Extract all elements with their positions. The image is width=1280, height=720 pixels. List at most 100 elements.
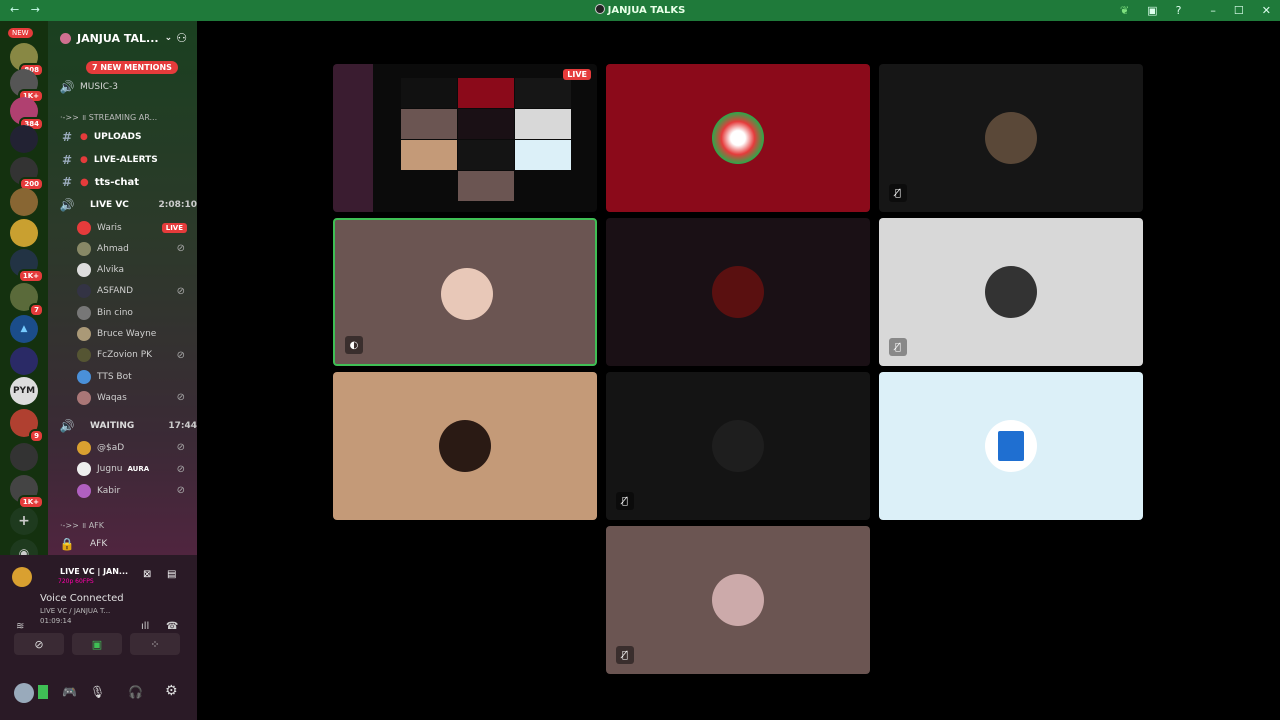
server-icon[interactable]: 1K+ — [10, 475, 44, 509]
category-afk[interactable]: ·->> ॥ AFK — [60, 520, 104, 531]
avatar — [985, 266, 1037, 318]
user-name: Kabir — [97, 485, 121, 496]
server-icon[interactable] — [10, 219, 38, 247]
new-mentions-badge[interactable]: 7 NEW MENTIONS — [86, 61, 178, 74]
server-icon[interactable] — [10, 443, 38, 471]
avatar — [77, 369, 91, 384]
microphone-icon[interactable]: 🎙 — [90, 685, 105, 699]
stream-settings-icon[interactable]: ▤ — [167, 569, 176, 580]
screen-share-button[interactable]: ▣ — [72, 633, 122, 655]
muted-icon: ⊘ — [176, 243, 185, 255]
avatar — [77, 220, 91, 235]
voice-user[interactable]: Bruce Wayne — [77, 324, 189, 345]
channel-label: tts-chat — [94, 176, 139, 188]
gear-icon[interactable]: ⚙ — [165, 683, 178, 699]
server-icon[interactable] — [10, 125, 38, 153]
voice-user[interactable]: Kabir ⊘ — [77, 480, 189, 501]
maximize-button[interactable]: ☐ — [1234, 4, 1244, 17]
server-icon[interactable]: 384 — [10, 97, 44, 131]
server-icon[interactable]: PYM — [10, 377, 38, 405]
stream-status[interactable]: LIVE VC | JAN... 720p 60FPS ⊠ ▤ — [12, 565, 187, 589]
screen-share-tile[interactable]: LIVE — [333, 64, 597, 212]
signal-icon[interactable]: ≋ — [16, 621, 24, 632]
user-name: Bin cino — [97, 307, 133, 318]
server-icon[interactable] — [10, 188, 38, 216]
voice-user[interactable]: Bin cino — [77, 302, 189, 323]
voice-status[interactable]: Voice Connected — [40, 593, 124, 604]
channel-waiting[interactable]: 🔊 WAITING 17:44 — [58, 416, 197, 436]
hash-icon: # — [61, 153, 73, 167]
server-icon[interactable]: 808 — [10, 43, 44, 77]
title-bar: ← → JANJUA TALKS ❦ ▣ ? – ☐ ✕ — [0, 0, 1280, 21]
leaf-icon[interactable]: ❦ — [1120, 4, 1129, 17]
server-icon[interactable]: 1K+ — [10, 249, 44, 283]
server-icon[interactable]: 200 — [10, 157, 44, 191]
participant-tile[interactable]: 🎙̸ — [879, 218, 1143, 366]
inbox-icon[interactable]: ▣ — [1147, 4, 1157, 17]
channel-label: UPLOADS — [93, 132, 142, 142]
voice-user[interactable]: ASFAND ⊘ — [77, 281, 189, 302]
participant-tile[interactable]: 🎙̸ — [606, 372, 870, 520]
disconnect-icon[interactable]: ☎ — [166, 621, 178, 632]
participant-tile[interactable]: 🎙̸ — [606, 526, 870, 674]
server-icon[interactable] — [10, 347, 38, 375]
channel-uploads[interactable]: # ● UPLOADS — [58, 127, 197, 147]
speaker-icon: 🔊 — [59, 198, 75, 212]
shared-screen-sidebar — [333, 64, 373, 212]
participant-tile[interactable] — [333, 372, 597, 520]
voice-user[interactable]: Waris LIVE — [77, 217, 189, 238]
server-icon[interactable]: 9 — [10, 409, 44, 443]
gamepad-icon[interactable]: 🎮 — [62, 685, 77, 699]
channel-music[interactable]: 🔊 MUSIC-3 — [58, 77, 197, 97]
soundboard-icon[interactable]: ıll — [141, 621, 149, 632]
camera-off-button[interactable]: ⊘ — [14, 633, 64, 655]
channel-label: WAITING — [90, 421, 135, 431]
server-logo-icon — [60, 32, 71, 44]
activities-button[interactable]: ⁘ — [130, 633, 180, 655]
server-header[interactable]: JANJUA TAL... ⌄ ⚇ — [48, 21, 197, 55]
channel-label: AFK — [90, 539, 108, 549]
server-name: JANJUA TAL... — [77, 31, 159, 45]
voice-user[interactable]: Waqas ⊘ — [77, 387, 189, 408]
category-streaming[interactable]: ·->> ॥ STREAMING AR... — [60, 112, 157, 123]
window-title-text: JANJUA TALKS — [607, 5, 686, 16]
help-icon[interactable]: ? — [1176, 4, 1182, 17]
avatar — [985, 420, 1037, 472]
server-icon[interactable]: 1K+ — [10, 69, 44, 103]
avatar — [77, 241, 91, 256]
minimize-button[interactable]: – — [1210, 4, 1216, 17]
avatar — [77, 390, 91, 405]
channel-tts-chat[interactable]: # ● tts-chat — [58, 172, 197, 192]
forward-icon[interactable]: → — [31, 3, 40, 16]
voice-user[interactable]: FcZovion PK ⊘ — [77, 345, 189, 366]
invite-icon[interactable]: ⚇ — [176, 31, 187, 45]
voice-timer: 01:09:14 — [40, 617, 72, 625]
voice-user[interactable]: Ahmad ⊘ — [77, 238, 189, 259]
close-button[interactable]: ✕ — [1262, 4, 1271, 17]
add-server-icon[interactable]: + — [10, 507, 38, 535]
headphones-icon[interactable]: 🎧 — [128, 685, 143, 699]
voice-user[interactable]: Jugnu AURA ⊘ — [77, 459, 189, 480]
server-icon[interactable]: ▲ — [10, 315, 38, 343]
avatar[interactable] — [14, 683, 34, 703]
voice-user[interactable]: Alvika — [77, 260, 189, 281]
server-logo-icon — [594, 4, 605, 14]
channel-afk[interactable]: 🔒 AFK — [58, 534, 197, 554]
avatar — [12, 567, 32, 587]
participant-tile[interactable] — [606, 64, 870, 212]
channel-live-vc[interactable]: 🔊 LIVE VC 2:08:10 — [58, 195, 197, 215]
channel-live-alerts[interactable]: # ● LIVE-ALERTS — [58, 150, 197, 170]
channel-timer: 17:44 — [168, 421, 197, 431]
participant-tile[interactable] — [606, 218, 870, 366]
voice-user[interactable]: @$aD ⊘ — [77, 437, 189, 458]
muted-icon: ⊘ — [176, 463, 185, 475]
stop-stream-icon[interactable]: ⊠ — [143, 569, 151, 580]
back-icon[interactable]: ← — [10, 3, 19, 16]
participant-tile-speaking[interactable]: ◐ — [333, 218, 597, 366]
user-name: @$aD — [97, 442, 125, 453]
server-icon[interactable]: 7 — [10, 283, 44, 317]
participant-tile[interactable]: 🎙̸ — [879, 64, 1143, 212]
voice-user[interactable]: TTS Bot — [77, 366, 189, 387]
participant-tile[interactable] — [879, 372, 1143, 520]
voice-channel[interactable]: LIVE VC / JANJUA T... — [40, 607, 110, 615]
